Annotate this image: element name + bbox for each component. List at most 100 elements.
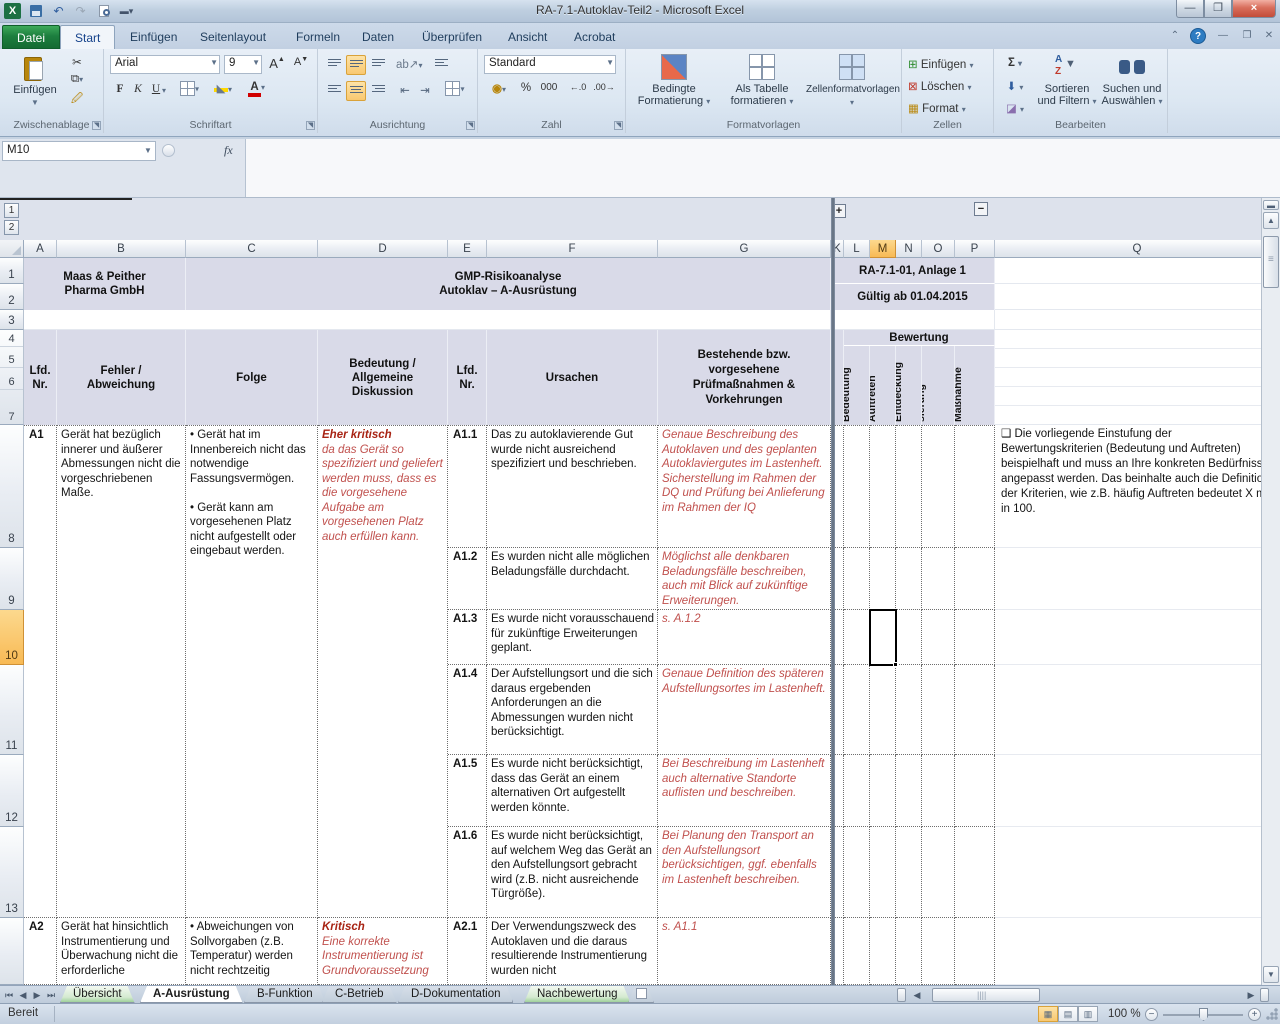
insert-cells-button[interactable]: ⊞ Einfügen ▾ — [908, 57, 988, 71]
vertical-scrollbar[interactable]: ▬ ▲ ▼ — [1261, 198, 1280, 985]
empty-eval-cell[interactable] — [896, 548, 922, 610]
accounting-format-button[interactable]: ◉▾ — [486, 81, 512, 95]
empty-cell[interactable] — [995, 310, 1280, 330]
row-header-7[interactable]: 7 — [0, 390, 23, 424]
empty-eval-cell[interactable] — [955, 918, 995, 985]
empty-eval-cell[interactable] — [955, 827, 995, 918]
empty-cell[interactable] — [995, 918, 1280, 985]
empty-eval-cell[interactable] — [896, 755, 922, 827]
row-header-4[interactable]: 4 — [0, 330, 23, 347]
scroll-right-icon[interactable]: ▶ — [1244, 988, 1258, 1002]
tab-einfuegen[interactable]: Einfügen — [116, 25, 191, 49]
cell-a1-bedeutung[interactable]: Eher kritischda das Gerät so spezifizier… — [318, 425, 448, 918]
row-header-13[interactable]: 13 — [0, 827, 24, 918]
align-left-button[interactable] — [324, 81, 344, 99]
increase-decimal-button[interactable]: ←.0 — [566, 82, 590, 92]
sort-filter-button[interactable]: AZ▼ Sortierenund Filtern ▾ — [1036, 53, 1098, 108]
zoom-in-icon[interactable]: + — [1248, 1008, 1261, 1021]
zoom-slider-thumb[interactable] — [1199, 1008, 1208, 1021]
scroll-left-icon[interactable]: ◀ — [910, 988, 924, 1002]
row-header-1[interactable]: 1 — [0, 258, 24, 284]
collapse-ribbon-icon[interactable]: ⌃ — [1166, 28, 1184, 44]
cell-a15-id[interactable]: A1.5 — [448, 755, 487, 827]
tab-daten[interactable]: Daten — [348, 25, 408, 49]
cell-note[interactable]: ❑ Die vorliegende Einstufung der Bewertu… — [995, 425, 1280, 548]
copy-button[interactable]: ⧉▾ — [66, 73, 88, 86]
title-bar[interactable]: X ↶ ↷ ▬▾ RA-7.1-Autoklav-Teil2 - Microso… — [0, 0, 1280, 23]
font-dialog-launcher-icon[interactable]: ◥ — [306, 121, 315, 130]
header-referenz-rot[interactable]: Referenz zur Maßnahme — [955, 346, 995, 425]
normal-view-button[interactable]: ▦ — [1038, 1006, 1058, 1022]
empty-eval-cell[interactable] — [870, 827, 896, 918]
empty-eval-cell[interactable] — [844, 665, 870, 755]
bold-button[interactable]: F — [112, 83, 128, 95]
name-box-dropdown-icon[interactable]: ▼ — [144, 146, 152, 155]
cell-a1-id[interactable]: A1 — [24, 425, 57, 918]
column-header-p[interactable]: P — [955, 240, 995, 258]
empty-eval-cell[interactable] — [844, 548, 870, 610]
number-dialog-launcher-icon[interactable]: ◥ — [614, 121, 623, 130]
row-header-9[interactable]: 9 — [0, 548, 24, 610]
cell-a16-ursache[interactable]: Es wurde nicht berücksichtigt, auf welch… — [487, 827, 658, 918]
minimize-button[interactable]: — — [1176, 0, 1204, 18]
empty-eval-cell[interactable] — [922, 548, 955, 610]
tab-ansicht[interactable]: Ansicht — [494, 25, 561, 49]
sheet-tab-nachbewertung[interactable]: Nachbewertung — [524, 986, 631, 1003]
cell-a11-ursache[interactable]: Das zu autoklavierende Gut wurde nicht a… — [487, 425, 658, 548]
header-lfd-nr[interactable]: Lfd. Nr. — [24, 330, 57, 425]
number-format-combo[interactable]: Standard▼ — [484, 55, 616, 74]
close-button[interactable]: × — [1232, 0, 1276, 18]
scroll-up-icon[interactable]: ▲ — [1263, 212, 1279, 229]
workbook-restore-icon[interactable]: ❐ — [1238, 28, 1256, 44]
column-header-c[interactable]: C — [186, 240, 318, 258]
format-painter-button[interactable]: 🖉 — [66, 91, 88, 110]
autosum-button[interactable]: Σ ▾ — [1000, 57, 1030, 69]
format-cells-button[interactable]: ▦ Format ▾ — [908, 101, 988, 115]
page-layout-view-button[interactable]: ▤ — [1058, 1006, 1078, 1022]
increase-indent-button[interactable]: ⇥ — [416, 83, 434, 97]
cell-doc-ref[interactable]: RA-7.1-01, Anlage 1 — [831, 258, 995, 284]
next-sheet-icon[interactable]: ▶ — [30, 988, 44, 1002]
tab-datei[interactable]: Datei — [2, 25, 60, 49]
empty-cell[interactable] — [995, 827, 1280, 918]
align-center-button[interactable] — [346, 81, 366, 101]
cell-a13-massnahme[interactable]: s. A.1.2 — [658, 610, 831, 665]
vertical-scroll-thumb[interactable] — [1263, 236, 1279, 288]
cell-styles-button[interactable]: Zellenformatvorlagen▾ — [806, 53, 898, 109]
empty-eval-cell[interactable] — [844, 827, 870, 918]
font-name-combo[interactable]: Arial▼ — [110, 55, 220, 74]
resize-grip[interactable] — [1266, 1008, 1278, 1020]
empty-cell[interactable] — [995, 330, 1280, 425]
empty-eval-cell[interactable] — [922, 918, 955, 985]
cut-button[interactable]: ✂ — [66, 55, 88, 69]
empty-eval-cell[interactable] — [955, 665, 995, 755]
cell-a14-id[interactable]: A1.4 — [448, 665, 487, 755]
cell-a14-ursache[interactable]: Der Aufstellungsort und die sich daraus … — [487, 665, 658, 755]
sheet-tab-b-funktion[interactable]: B-Funktion — [244, 986, 326, 1003]
cell-a2-folge[interactable]: • Abweichungen von Sollvorgaben (z.B. Te… — [186, 918, 318, 985]
column-header-g[interactable]: G — [658, 240, 831, 258]
cell-a1-fehler[interactable]: Gerät hat bezüglich innerer und äußerer … — [57, 425, 186, 918]
sheet-tab-uebersicht[interactable]: Übersicht — [60, 986, 135, 1003]
cell-a12-id[interactable]: A1.2 — [448, 548, 487, 610]
find-select-button[interactable]: Suchen undAuswählen ▾ — [1100, 53, 1164, 108]
cell-a16-id[interactable]: A1.6 — [448, 827, 487, 918]
empty-eval-cell[interactable] — [955, 425, 995, 548]
header-fehler[interactable]: Fehler / Abweichung — [57, 330, 186, 425]
comma-style-button[interactable]: 000 — [536, 82, 562, 93]
alignment-dialog-launcher-icon[interactable]: ◥ — [466, 121, 475, 130]
empty-row-3[interactable] — [831, 310, 995, 330]
empty-row-3[interactable] — [24, 310, 831, 330]
workbook-close-icon[interactable]: ✕ — [1260, 28, 1278, 44]
tab-acrobat[interactable]: Acrobat — [560, 25, 629, 49]
cell-a21-massnahme[interactable]: s. A1.1 — [658, 918, 831, 985]
decrease-indent-button[interactable]: ⇤ — [396, 83, 414, 97]
cell-doc-title[interactable]: GMP-Risikoanalyse Autoklav – A-Ausrüstun… — [186, 258, 831, 310]
decrease-decimal-button[interactable]: .00→ — [592, 82, 616, 92]
cell-a12-massnahme[interactable]: Möglichst alle denkbaren Beladungsfälle … — [658, 548, 831, 610]
header-bedeutung-rot[interactable]: Bedeutung — [844, 346, 870, 425]
empty-eval-cell[interactable] — [870, 548, 896, 610]
cell-a11-id[interactable]: A1.1 — [448, 425, 487, 548]
cell-a21-ursache[interactable]: Der Verwendungszweck des Autoklaven und … — [487, 918, 658, 985]
empty-eval-cell[interactable] — [896, 610, 922, 665]
